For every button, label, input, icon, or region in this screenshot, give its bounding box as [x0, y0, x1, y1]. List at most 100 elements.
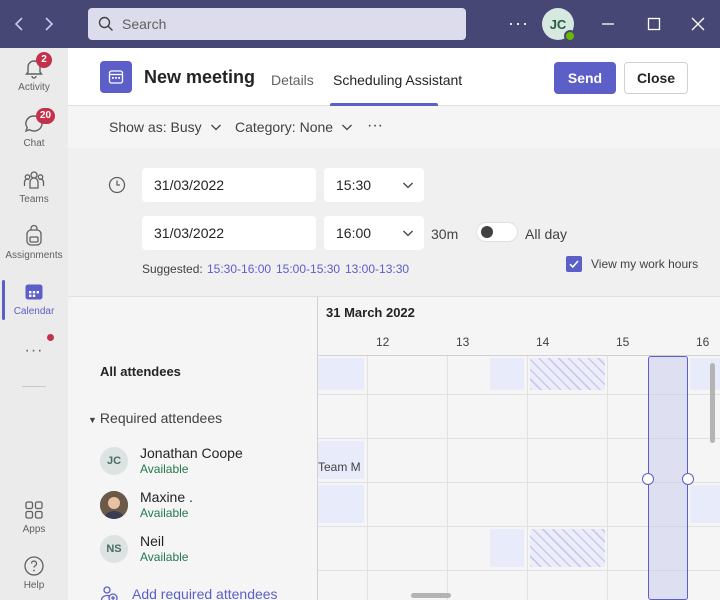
busy-block [318, 358, 364, 390]
start-date-value: 31/03/2022 [154, 177, 225, 193]
add-required-attendees-label: Add required attendees [132, 586, 278, 600]
page-title: New meeting [144, 67, 256, 87]
checkmark-icon [569, 260, 579, 269]
busy-block [690, 358, 720, 390]
rail-item-apps[interactable]: Apps [0, 490, 68, 546]
start-time-value: 15:30 [336, 177, 372, 193]
rail-item-calendar[interactable]: Calendar [0, 272, 68, 328]
rail-item-label: Teams [19, 194, 49, 205]
search-input[interactable]: Search [88, 8, 466, 40]
rail-item-help[interactable]: Help [0, 546, 68, 600]
rail-item-chat[interactable]: 20 Chat [0, 104, 68, 160]
duration-label: 30m [431, 226, 459, 242]
all-day-label: All day [525, 226, 568, 242]
backpack-icon [22, 224, 46, 248]
attendee-status: Available [140, 550, 189, 564]
caret-down-icon: ▼ [88, 415, 97, 425]
more-options-button[interactable]: ··· [508, 13, 529, 34]
chevron-down-icon [403, 230, 413, 237]
attendee-status: Available [140, 462, 189, 476]
start-date-field[interactable]: 31/03/2022 [142, 168, 316, 202]
toolbar-more-button[interactable]: ··· [367, 117, 383, 135]
attendee-name[interactable]: Neil [140, 533, 164, 549]
selection-end-handle[interactable] [682, 473, 694, 485]
chat-badge: 20 [36, 108, 56, 124]
rail-item-label: Assignments [5, 250, 63, 261]
vertical-scrollbar[interactable] [710, 363, 715, 443]
required-attendees-toggle[interactable]: ▼ Required attendees [88, 410, 222, 426]
selection-start-handle[interactable] [642, 473, 654, 485]
category-label: Category: None [235, 119, 334, 135]
avatar [100, 491, 128, 519]
start-time-select[interactable]: 15:30 [324, 168, 424, 202]
close-window-icon[interactable] [688, 14, 708, 34]
avatar-initials: JC [549, 16, 567, 32]
rail-item-teams[interactable]: Teams [0, 160, 68, 216]
scheduling-grid: 31 March 2022 12 13 14 15 16 All attende… [68, 296, 720, 600]
app-rail: 2 Activity 20 Chat Teams Assignments Cal… [0, 48, 68, 600]
grid-line [367, 356, 368, 600]
grid-line [527, 356, 528, 600]
end-date-value: 31/03/2022 [154, 225, 225, 241]
all-attendees-label: All attendees [100, 364, 181, 379]
chevron-right-icon[interactable] [38, 14, 58, 34]
rail-item-activity[interactable]: 2 Activity [0, 48, 68, 104]
presence-available-icon [564, 30, 576, 42]
show-as-dropdown[interactable]: Show as: Busy [109, 119, 222, 135]
teams-icon [22, 168, 46, 192]
rail-item-label: Activity [18, 82, 50, 93]
rail-item-assignments[interactable]: Assignments [0, 216, 68, 272]
add-person-icon [100, 586, 118, 600]
calendar-icon [22, 280, 46, 304]
timeline-date: 31 March 2022 [326, 305, 415, 320]
timeline[interactable]: Team M [318, 356, 720, 600]
grid-line [447, 356, 448, 600]
suggested-label: Suggested: [142, 262, 203, 276]
maximize-icon[interactable] [644, 14, 664, 34]
tab-details[interactable]: Details [271, 72, 314, 88]
tentative-block [530, 529, 605, 567]
show-as-label: Show as: Busy [109, 119, 202, 135]
rail-divider [22, 386, 46, 387]
hour-label: 12 [376, 335, 390, 349]
meeting-block-label: Team M [318, 460, 361, 474]
busy-block [690, 485, 720, 523]
meeting-editor: New meeting Details Scheduling Assistant… [68, 48, 720, 600]
rail-item-more[interactable]: ··· [0, 332, 68, 368]
suggestion-link-3[interactable]: 13:00-13:30 [345, 262, 409, 276]
busy-block [490, 358, 524, 390]
required-attendees-label: Required attendees [99, 410, 223, 426]
avatar: JC [100, 447, 128, 475]
person-photo-icon [100, 491, 128, 519]
all-day-toggle[interactable] [476, 222, 518, 242]
clock-icon [108, 176, 126, 194]
chevron-down-icon [210, 124, 221, 131]
work-hours-label: View my work hours [591, 257, 699, 271]
meeting-calendar-icon [100, 61, 132, 93]
chevron-left-icon[interactable] [10, 14, 30, 34]
end-date-field[interactable]: 31/03/2022 [142, 216, 316, 250]
attendee-status: Available [140, 506, 189, 520]
chevron-down-icon [342, 124, 353, 131]
minimize-icon[interactable] [598, 14, 618, 34]
work-hours-checkbox[interactable] [566, 256, 582, 272]
activity-badge: 2 [36, 52, 52, 68]
tentative-block [530, 358, 605, 390]
title-bar: Search ··· JC [0, 0, 720, 48]
suggestion-link-2[interactable]: 15:00-15:30 [276, 262, 340, 276]
tab-scheduling-assistant[interactable]: Scheduling Assistant [333, 72, 462, 88]
hour-label: 13 [456, 335, 470, 349]
user-avatar[interactable]: JC [542, 8, 576, 42]
end-time-select[interactable]: 16:00 [324, 216, 424, 250]
horizontal-scrollbar[interactable] [411, 593, 451, 598]
send-button[interactable]: Send [554, 62, 616, 94]
notification-dot [47, 334, 54, 341]
rail-item-label: Help [23, 580, 45, 591]
suggestion-link-1[interactable]: 15:30-16:00 [207, 262, 271, 276]
attendee-name[interactable]: Maxine . [140, 489, 193, 505]
attendee-name[interactable]: Jonathan Coope [140, 445, 243, 461]
close-button[interactable]: Close [624, 62, 688, 94]
datetime-form: 31/03/2022 15:30 31/03/2022 16:00 30m Al… [68, 148, 720, 296]
add-required-attendees-button[interactable]: Add required attendees [100, 585, 278, 600]
category-dropdown[interactable]: Category: None [235, 119, 353, 135]
